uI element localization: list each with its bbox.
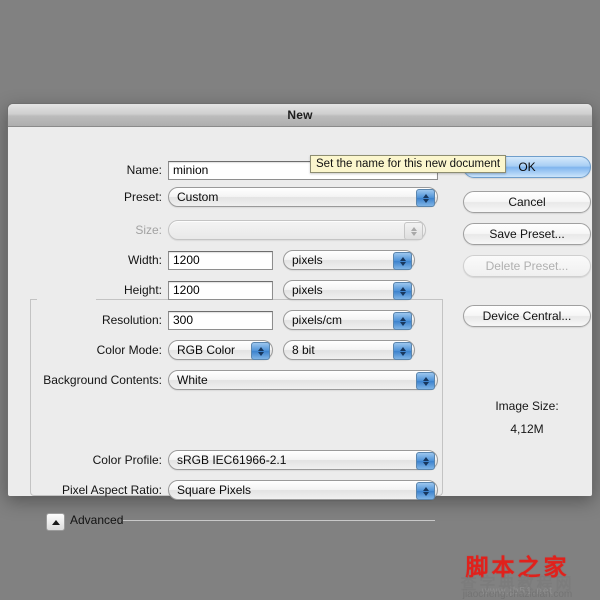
size-select [168, 220, 426, 240]
delete-preset-button: Delete Preset... [463, 255, 591, 277]
pixel-aspect-ratio-value: Square Pixels [177, 483, 252, 497]
color-profile-row: Color Profile: sRGB IEC61966-2.1 [20, 450, 438, 470]
pixel-aspect-ratio-stepper-icon[interactable] [416, 482, 435, 500]
image-size-label: Image Size: [495, 399, 559, 413]
height-input[interactable]: 1200 [168, 280, 273, 300]
advanced-separator [123, 520, 435, 521]
name-field-tooltip: Set the name for this new document [310, 155, 507, 173]
image-size-value: 4,12M [510, 422, 544, 436]
bit-depth-select[interactable]: 8 bit [283, 340, 415, 360]
resolution-unit-value: pixels/cm [292, 313, 343, 327]
document-settings-form: Name: minion Preset: Custom Size: Width:… [20, 127, 445, 500]
preset-stepper-icon[interactable] [416, 189, 435, 207]
cancel-button[interactable]: Cancel [463, 191, 591, 213]
width-label: Width: [127, 253, 162, 267]
color-profile-select[interactable]: sRGB IEC61966-2.1 [168, 450, 438, 470]
width-input[interactable]: 1200 [168, 250, 273, 270]
device-central-button[interactable]: Device Central... [463, 305, 591, 327]
bit-depth-value: 8 bit [292, 343, 315, 357]
width-unit-stepper-icon[interactable] [393, 252, 412, 270]
color-mode-value: RGB Color [177, 343, 236, 357]
color-mode-stepper-icon[interactable] [251, 342, 270, 360]
name-label: Name: [126, 163, 162, 177]
color-mode-select[interactable]: RGB Color [168, 340, 273, 360]
background-contents-value: White [177, 373, 208, 387]
dialog-body: Name: minion Preset: Custom Size: Width:… [8, 127, 592, 531]
resolution-label: Resolution: [101, 313, 162, 327]
pixel-aspect-ratio-select[interactable]: Square Pixels [168, 480, 438, 500]
height-unit-select[interactable]: pixels [283, 280, 415, 300]
height-label: Height: [123, 283, 162, 297]
pixel-aspect-ratio-label: Pixel Aspect Ratio: [61, 483, 162, 497]
color-profile-value: sRGB IEC61966-2.1 [177, 453, 287, 467]
resolution-row: Resolution: 300 pixels/cm [20, 310, 415, 330]
height-unit-value: pixels [292, 283, 323, 297]
resolution-unit-stepper-icon[interactable] [393, 312, 412, 330]
color-profile-stepper-icon[interactable] [416, 452, 435, 470]
resolution-unit-select[interactable]: pixels/cm [283, 310, 415, 330]
preset-row: Preset: Custom [20, 187, 438, 207]
width-unit-value: pixels [292, 253, 323, 267]
width-unit-select[interactable]: pixels [283, 250, 415, 270]
preset-label: Preset: [123, 190, 162, 204]
save-preset-button[interactable]: Save Preset... [463, 223, 591, 245]
background-contents-row: Background Contents: White [20, 370, 438, 390]
advanced-disclosure-triangle-icon[interactable] [46, 513, 65, 531]
color-profile-label: Color Profile: [92, 453, 162, 467]
desktop-background: New Name: minion Preset: Custom Size: Wi… [0, 0, 600, 600]
preset-value: Custom [177, 190, 219, 204]
resolution-input[interactable]: 300 [168, 310, 273, 330]
color-mode-row: Color Mode: RGB Color 8 bit [20, 340, 415, 360]
advanced-label: Advanced [70, 513, 124, 527]
watermark-url-secondary: jiaocheng.chazidian.com [462, 589, 573, 600]
bit-depth-stepper-icon[interactable] [393, 342, 412, 360]
height-row: Height: 1200 pixels [20, 280, 415, 300]
size-stepper-icon [404, 222, 423, 240]
dialog-title: New [287, 108, 313, 122]
size-row: Size: [20, 220, 426, 240]
pixel-aspect-ratio-row: Pixel Aspect Ratio: Square Pixels [20, 480, 438, 500]
preset-select[interactable]: Custom [168, 187, 438, 207]
background-contents-select[interactable]: White [168, 370, 438, 390]
height-unit-stepper-icon[interactable] [393, 282, 412, 300]
dialog-titlebar: New [8, 104, 592, 127]
background-contents-label: Background Contents: [43, 373, 162, 387]
color-mode-label: Color Mode: [96, 343, 162, 357]
width-row: Width: 1200 pixels [20, 250, 415, 270]
background-contents-stepper-icon[interactable] [416, 372, 435, 390]
size-label: Size: [135, 223, 162, 237]
watermark: 脚本之家 查字典教程网 www.jb51.net jiaocheng.chazi… [440, 548, 595, 600]
